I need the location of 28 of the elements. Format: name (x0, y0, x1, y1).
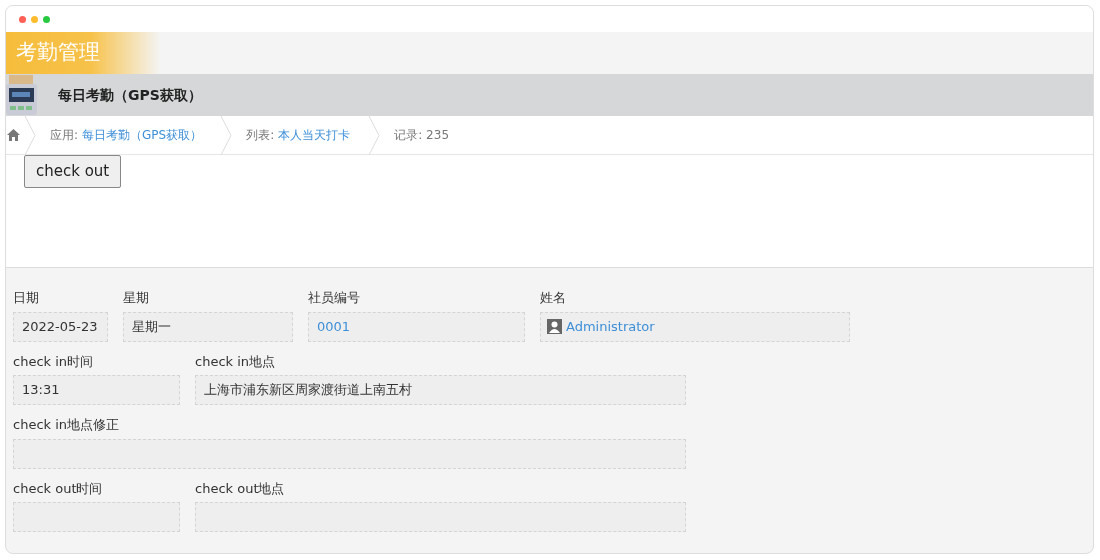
field-label: check out地点 (195, 479, 286, 498)
breadcrumb-label: 记录: 235 (394, 127, 449, 144)
field-value: 上海市浦东新区周家渡街道上南五村 (195, 375, 686, 405)
field-value: 星期一 (123, 311, 293, 342)
field-value: 2022-05-23 (13, 311, 108, 342)
breadcrumb-link[interactable]: 每日考勤（GPS获取） (82, 126, 203, 144)
field-value: 0001 (308, 311, 525, 342)
user-icon (547, 319, 562, 334)
user-link[interactable]: Administrator (566, 316, 655, 337)
maximize-dot[interactable] (43, 15, 50, 23)
app-title: 考勤管理 (6, 32, 160, 74)
field-label: 日期 (13, 289, 40, 307)
minimize-dot[interactable] (31, 15, 38, 23)
field-value: 13:31 (13, 375, 180, 405)
field-label: 星期 (123, 289, 150, 307)
field-label: 社员编号 (308, 289, 361, 307)
field-label: check in地点 (195, 352, 277, 371)
field-label: 姓名 (540, 289, 567, 307)
close-dot[interactable] (19, 15, 26, 23)
page-title: 每日考勤（GPS获取） (58, 85, 202, 105)
breadcrumb-link[interactable]: 本人当天打卡 (278, 126, 351, 144)
field-label: check in地点修正 (13, 416, 121, 434)
breadcrumb-label: 应用: (50, 127, 79, 144)
check-out-button[interactable]: check out (24, 155, 122, 188)
field-label: check in时间 (13, 352, 95, 371)
home-icon[interactable] (7, 129, 20, 141)
field-label: check out时间 (13, 479, 104, 498)
breadcrumb-label: 列表: (246, 127, 275, 144)
